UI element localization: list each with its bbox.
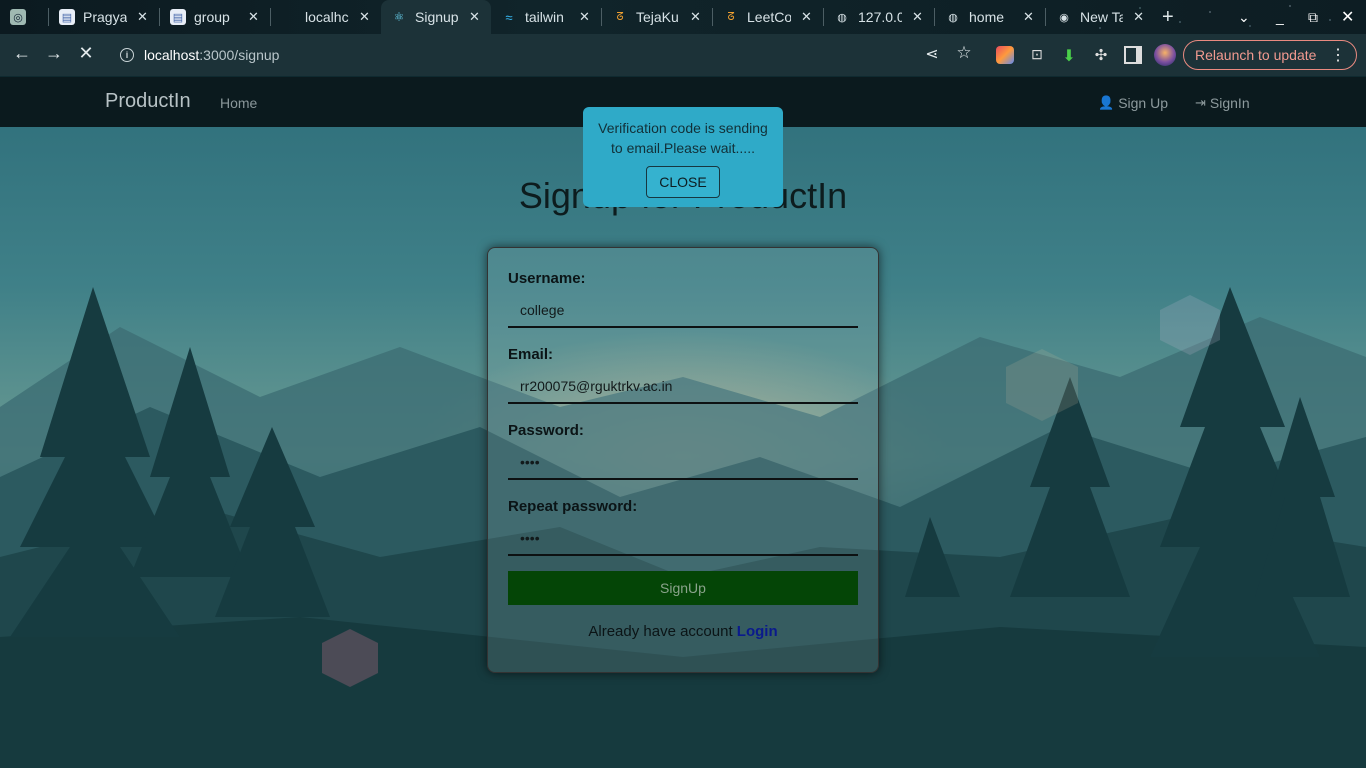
- more-menu-icon[interactable]: ⋮: [1330, 45, 1346, 65]
- nav-signin-link[interactable]: ⇥ SignIn: [1195, 95, 1250, 111]
- brand-logo-text[interactable]: ProductIn: [105, 90, 191, 113]
- login-link[interactable]: Login: [737, 623, 778, 640]
- login-prompt: Already have account Login: [488, 623, 878, 640]
- react-icon: ⚛: [393, 10, 405, 24]
- username-field[interactable]: college: [508, 294, 858, 328]
- verification-toast: Verification code is sending to email.Pl…: [583, 107, 783, 207]
- toast-close-button[interactable]: CLOSE: [646, 166, 720, 198]
- browser-tabstrip: ◎ ▤ Pragya ✕ ▤ group ✕ localhc ✕ ⚛ Signu…: [0, 0, 1366, 34]
- close-icon[interactable]: ✕: [579, 9, 590, 25]
- tab-localhost[interactable]: localhc ✕: [271, 0, 381, 34]
- new-tab-plus-icon[interactable]: +: [1162, 6, 1174, 29]
- globe-icon: ◍: [837, 11, 847, 24]
- tab-chatgpt[interactable]: ◎: [0, 0, 48, 34]
- sign-in-icon: ⇥: [1195, 95, 1206, 110]
- tab-127[interactable]: ◍ 127.0.0 ✕: [824, 0, 934, 34]
- site-info-icon[interactable]: i: [120, 48, 134, 62]
- username-label: Username:: [508, 270, 586, 287]
- nav-signup-link[interactable]: 👤 Sign Up: [1098, 95, 1168, 111]
- toast-message-line1: Verification code is sending: [598, 120, 768, 136]
- restore-icon[interactable]: ⧉: [1308, 0, 1318, 34]
- doc-icon: ▤: [170, 9, 186, 25]
- tab-title: home: [969, 9, 1005, 25]
- minimize-icon[interactable]: _: [1276, 0, 1284, 34]
- email-field[interactable]: rr200075@rguktrkv.ac.in: [508, 370, 858, 404]
- tab-leetcode[interactable]: ᘔ LeetCo ✕: [713, 0, 823, 34]
- close-icon[interactable]: ✕: [469, 9, 480, 25]
- tab-tailwind[interactable]: ≈ tailwin ✕: [491, 0, 601, 34]
- tab-title: localhc: [305, 9, 349, 25]
- user-icon: 👤: [1098, 95, 1115, 110]
- tab-new[interactable]: ◉ New Ta ✕: [1046, 0, 1152, 34]
- tab-title: Signup: [415, 9, 459, 25]
- nav-home-link[interactable]: Home: [220, 95, 257, 111]
- repeat-password-label: Repeat password:: [508, 498, 638, 515]
- tab-group[interactable]: ▤ group ✕: [160, 0, 270, 34]
- tab-title: group: [194, 9, 230, 25]
- close-icon[interactable]: ✕: [359, 9, 370, 25]
- stop-loading-icon[interactable]: ✕: [70, 43, 102, 64]
- password-label: Password:: [508, 422, 584, 439]
- tab-pragya[interactable]: ▤ Pragya ✕: [49, 0, 159, 34]
- tab-signup[interactable]: ⚛ Signup ✕: [381, 0, 491, 34]
- share-icon[interactable]: ⋖: [916, 44, 948, 64]
- browser-toolbar: ← → ✕ i localhost:3000/signup ⋖ ☆ ⊡ ⬇ ✣ …: [0, 34, 1366, 76]
- extension-download-icon[interactable]: ⬇: [1060, 46, 1078, 65]
- address-host: localhost: [144, 47, 200, 63]
- react-icon: [281, 9, 297, 25]
- web-page: ProductIn Home 👤 Sign Up ⇥ SignIn Signup…: [0, 77, 1366, 768]
- tab-tejaku[interactable]: ᘔ TejaKu ✕: [602, 0, 712, 34]
- chatgpt-icon: ◎: [10, 9, 26, 25]
- tab-title: 127.0.0: [858, 9, 902, 25]
- tab-search-chevron-icon[interactable]: ⌄: [1238, 0, 1250, 34]
- back-arrow-icon[interactable]: ←: [6, 43, 38, 64]
- close-icon[interactable]: ✕: [1023, 9, 1034, 25]
- extensions-puzzle-icon[interactable]: ✣: [1092, 46, 1110, 64]
- close-icon[interactable]: ✕: [801, 9, 812, 25]
- tab-title: tailwin: [525, 9, 564, 25]
- tab-title: TejaKu: [636, 9, 679, 25]
- close-icon[interactable]: ✕: [690, 9, 701, 25]
- address-path: :3000/signup: [199, 47, 280, 63]
- nav-signin-label: SignIn: [1209, 95, 1250, 111]
- close-icon[interactable]: ✕: [1133, 9, 1144, 25]
- already-have-account-text: Already have account: [588, 623, 733, 640]
- relaunch-label: Relaunch to update: [1195, 47, 1317, 63]
- globe-icon: ◍: [948, 11, 958, 24]
- extension-record-icon[interactable]: ⊡: [1028, 46, 1046, 64]
- leetcode-icon: ᘔ: [616, 10, 624, 23]
- forward-arrow-icon[interactable]: →: [38, 43, 70, 64]
- leetcode-icon: ᘔ: [727, 10, 735, 23]
- tab-title: New Ta: [1080, 9, 1124, 25]
- toast-message-line2: to email.Please wait.....: [611, 140, 755, 156]
- chrome-icon: ◉: [1059, 11, 1069, 24]
- password-field[interactable]: ••••: [508, 446, 858, 480]
- signup-button[interactable]: SignUp: [508, 571, 858, 605]
- doc-icon: ▤: [59, 9, 75, 25]
- tab-home[interactable]: ◍ home ✕: [935, 0, 1045, 34]
- signup-form: Username: college Email: rr200075@rguktr…: [487, 247, 879, 673]
- tab-title: LeetCo: [747, 9, 791, 25]
- close-icon[interactable]: ✕: [912, 9, 923, 25]
- repeat-password-field[interactable]: ••••: [508, 522, 858, 556]
- close-icon[interactable]: ✕: [248, 9, 259, 25]
- bookmark-star-icon[interactable]: ☆: [948, 43, 980, 63]
- relaunch-to-update-button[interactable]: Relaunch to update ⋮: [1183, 40, 1357, 70]
- tab-title: Pragya: [83, 9, 127, 25]
- side-panel-icon[interactable]: [1124, 46, 1142, 64]
- email-label: Email:: [508, 346, 554, 363]
- tailwind-icon: ≈: [505, 9, 513, 25]
- address-bar[interactable]: i localhost:3000/signup: [108, 40, 988, 70]
- close-icon[interactable]: ✕: [137, 9, 148, 25]
- extension-colorful-icon[interactable]: [996, 46, 1014, 64]
- nav-signup-label: Sign Up: [1118, 95, 1168, 111]
- window-close-icon[interactable]: ✕: [1341, 0, 1354, 34]
- profile-avatar[interactable]: [1154, 44, 1176, 66]
